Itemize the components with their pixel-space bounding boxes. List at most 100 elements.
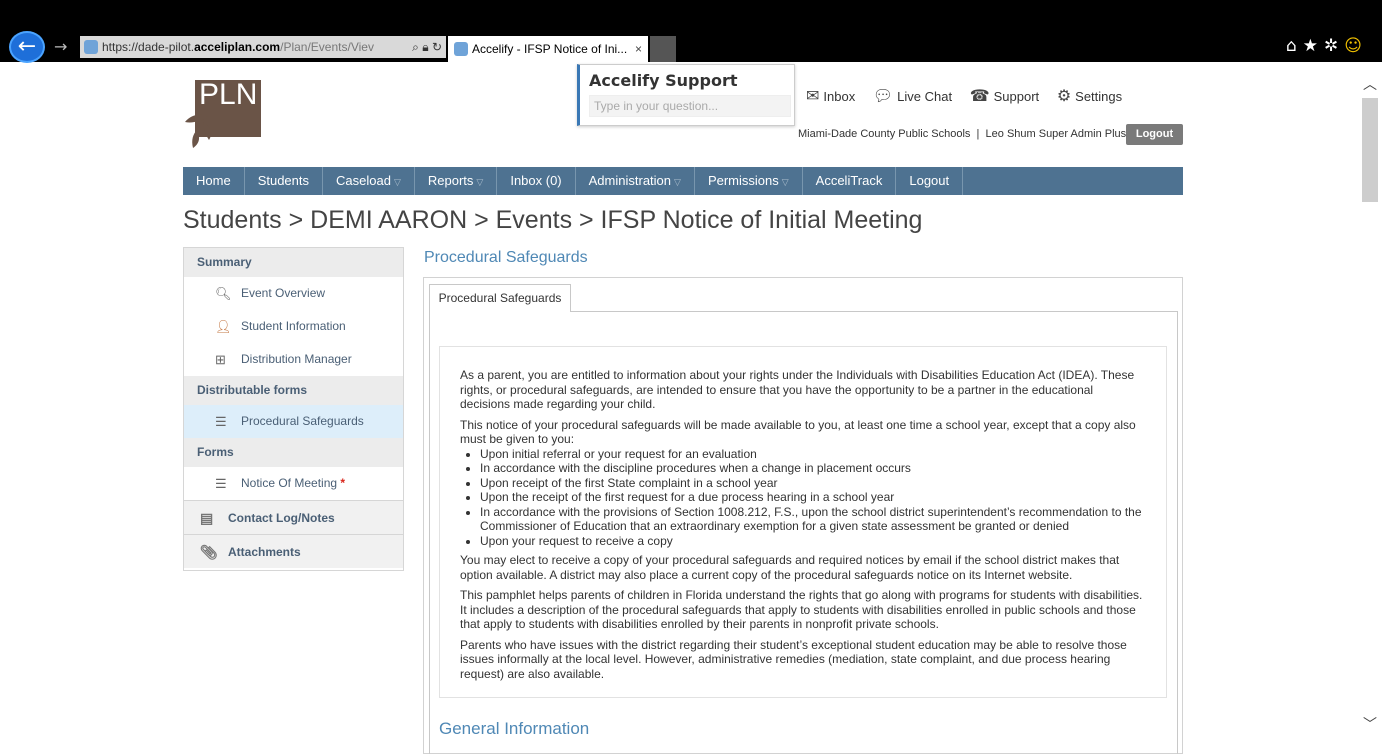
support-question-input[interactable]: Type in your question... xyxy=(589,95,791,117)
nav-inbox[interactable]: Inbox (0) xyxy=(497,167,576,195)
nav-administration[interactable]: Administration ▽ xyxy=(576,167,695,195)
content-title: Procedural Safeguards xyxy=(424,249,588,266)
nav-caseload[interactable]: Caseload ▽ xyxy=(323,167,415,195)
back-arrow-icon[interactable]: ← xyxy=(9,31,45,63)
new-tab-button[interactable] xyxy=(650,36,676,62)
forward-arrow-icon[interactable]: → xyxy=(54,37,67,56)
scroll-up-icon[interactable]: ︿ xyxy=(1363,74,1377,94)
paragraph-remedies: Parents who have issues with the distric… xyxy=(460,637,1127,681)
nav-label: Permissions xyxy=(707,173,779,188)
tab-close-icon[interactable]: × xyxy=(635,36,642,62)
url-domain: acceliplan.com xyxy=(194,40,281,54)
copy-conditions-list: Upon initial referral or your request fo… xyxy=(480,447,1146,549)
tab-title: Accelify - IFSP Notice of Ini... xyxy=(472,42,628,56)
nav-label: Inbox (0) xyxy=(510,173,562,188)
favorites-star-icon[interactable]: ★ xyxy=(1303,36,1324,56)
scroll-thumb[interactable] xyxy=(1362,98,1378,202)
address-bar[interactable]: https://dade-pilot.acceliplan.com/Plan/E… xyxy=(80,36,446,58)
nav-label: Administration xyxy=(588,173,672,188)
pln-logo[interactable]: PLN xyxy=(183,80,261,150)
general-information-heading: General Information xyxy=(439,719,590,738)
browser-toolbar: ← → https://dade-pilot.acceliplan.com/Pl… xyxy=(0,0,1382,63)
sidebar-item-student-information[interactable]: 👤︎ Student Information xyxy=(184,310,403,343)
nav-logout[interactable]: Logout xyxy=(896,167,964,195)
live-chat-link[interactable]: 💬︎ Live Chat xyxy=(872,88,952,105)
accelify-support-panel: Accelify Support Type in your question..… xyxy=(577,64,795,126)
sidebar-item-label: Procedural Safeguards xyxy=(241,414,364,428)
address-bar-icons: ⌕ 🔒︎ ↻ xyxy=(412,36,442,58)
user-separator: | xyxy=(976,128,980,140)
list-form-icon: ☰ xyxy=(215,414,227,429)
district-name: Miami-Dade County Public Schools xyxy=(798,128,971,140)
home-icon[interactable]: ⌂ xyxy=(1286,36,1303,56)
envelope-icon: ✉ xyxy=(806,88,820,105)
sidebar-item-label: Event Overview xyxy=(241,286,326,300)
sidebar-item-procedural-safeguards[interactable]: ☰ Procedural Safeguards xyxy=(184,405,403,438)
browser-tab-active[interactable]: Accelify - IFSP Notice of Ini... × xyxy=(448,36,648,62)
support-link[interactable]: ☎ Support xyxy=(969,88,1040,105)
sidebar-item-distribution-manager[interactable]: ⊞ Distribution Manager xyxy=(184,343,403,376)
sidebar-block-label: Attachments xyxy=(228,545,301,559)
paragraph-email: You may elect to receive a copy of your … xyxy=(460,553,1120,582)
sidebar-contact-log[interactable]: ▤ Contact Log/Notes xyxy=(184,500,403,534)
phone-icon: ☎ xyxy=(969,88,990,105)
paragraph-rights: As a parent, you are entitled to informa… xyxy=(460,368,1135,411)
list-item: Upon receipt of the first State complain… xyxy=(480,476,1146,491)
support-label: Support xyxy=(993,89,1040,104)
site-favicon-icon xyxy=(84,40,98,54)
tab-procedural-safeguards[interactable]: Procedural Safeguards xyxy=(429,284,571,312)
list-item: In accordance with the discipline proced… xyxy=(480,461,1146,476)
list-item: Upon initial referral or your request fo… xyxy=(480,447,1146,462)
person-icon: 👤︎ xyxy=(215,319,232,334)
logo-leaf-icon xyxy=(185,114,211,148)
chevron-down-icon: ▽ xyxy=(674,177,681,187)
paragraph-pamphlet: This pamphlet helps parents of children … xyxy=(460,588,1143,631)
chevron-down-icon: ▽ xyxy=(781,177,789,187)
contact-card-icon: ▤ xyxy=(200,510,214,526)
nav-home[interactable]: Home xyxy=(183,167,245,195)
top-links: ✉ Inbox 💬︎ Live Chat ☎ Support ⚙ Settings xyxy=(806,86,1136,106)
nav-reports[interactable]: Reports ▽ xyxy=(415,167,498,195)
gear-icon[interactable]: ✲ xyxy=(1324,36,1344,56)
sidebar-item-label: Notice Of Meeting xyxy=(241,476,338,490)
search-icon[interactable]: ⌕ xyxy=(412,40,419,54)
required-mark: * xyxy=(340,476,346,490)
user-line: Miami-Dade County Public Schools | Leo S… xyxy=(798,128,1126,140)
support-title: Accelify Support xyxy=(589,71,738,90)
browser-icons: ⌂★✲☺ xyxy=(1286,36,1368,56)
nav-permissions[interactable]: Permissions ▽ xyxy=(695,167,803,195)
sidebar-item-notice-of-meeting[interactable]: ☰ Notice Of Meeting * xyxy=(184,467,403,500)
paperclip-icon: 📎︎ xyxy=(200,544,218,560)
logout-button[interactable]: Logout xyxy=(1126,124,1183,145)
smiley-feedback-icon[interactable]: ☺ xyxy=(1344,36,1368,56)
nav-label: Reports xyxy=(427,173,474,188)
nav-label: Logout xyxy=(909,173,950,188)
sidebar-section-summary: Summary xyxy=(184,248,403,277)
sidebar-item-event-overview[interactable]: 🔍︎ Event Overview xyxy=(184,277,403,310)
chevron-down-icon: ▽ xyxy=(393,177,401,187)
nav-label: Caseload xyxy=(336,173,391,188)
user-name: Leo Shum Super Admin Plus xyxy=(985,128,1127,140)
chevron-down-icon: ▽ xyxy=(476,177,484,187)
safeguards-text-box: As a parent, you are entitled to informa… xyxy=(439,346,1167,698)
nav-label: AcceliTrack xyxy=(815,173,883,188)
nav-students[interactable]: Students xyxy=(245,167,324,195)
sidebar-block-label: Contact Log/Notes xyxy=(228,511,335,525)
breadcrumb: Students > DEMI AARON > Events > IFSP No… xyxy=(183,206,923,234)
nav-accelitrack[interactable]: AcceliTrack xyxy=(803,167,897,195)
sidebar-item-label: Student Information xyxy=(241,319,346,333)
page-scrollbar[interactable]: ︿ ﹀ xyxy=(1358,62,1382,754)
lock-icon[interactable]: 🔒︎ xyxy=(422,40,428,54)
sidebar-attachments[interactable]: 📎︎ Attachments xyxy=(184,534,403,568)
nav-label: Students xyxy=(257,173,310,188)
sidebar-section-distributable-forms: Distributable forms xyxy=(184,376,403,405)
list-item: In accordance with the provisions of Sec… xyxy=(480,505,1146,534)
settings-link[interactable]: ⚙ Settings xyxy=(1056,88,1122,105)
tab-favicon-icon xyxy=(454,42,468,56)
refresh-icon[interactable]: ↻ xyxy=(432,40,442,54)
settings-gear-icon: ⚙ xyxy=(1056,88,1072,105)
logo-text: PLN xyxy=(199,78,258,111)
inbox-link[interactable]: ✉ Inbox xyxy=(806,88,855,105)
chat-bubbles-icon: 💬︎ xyxy=(872,88,894,105)
scroll-down-icon[interactable]: ﹀ xyxy=(1363,714,1377,734)
